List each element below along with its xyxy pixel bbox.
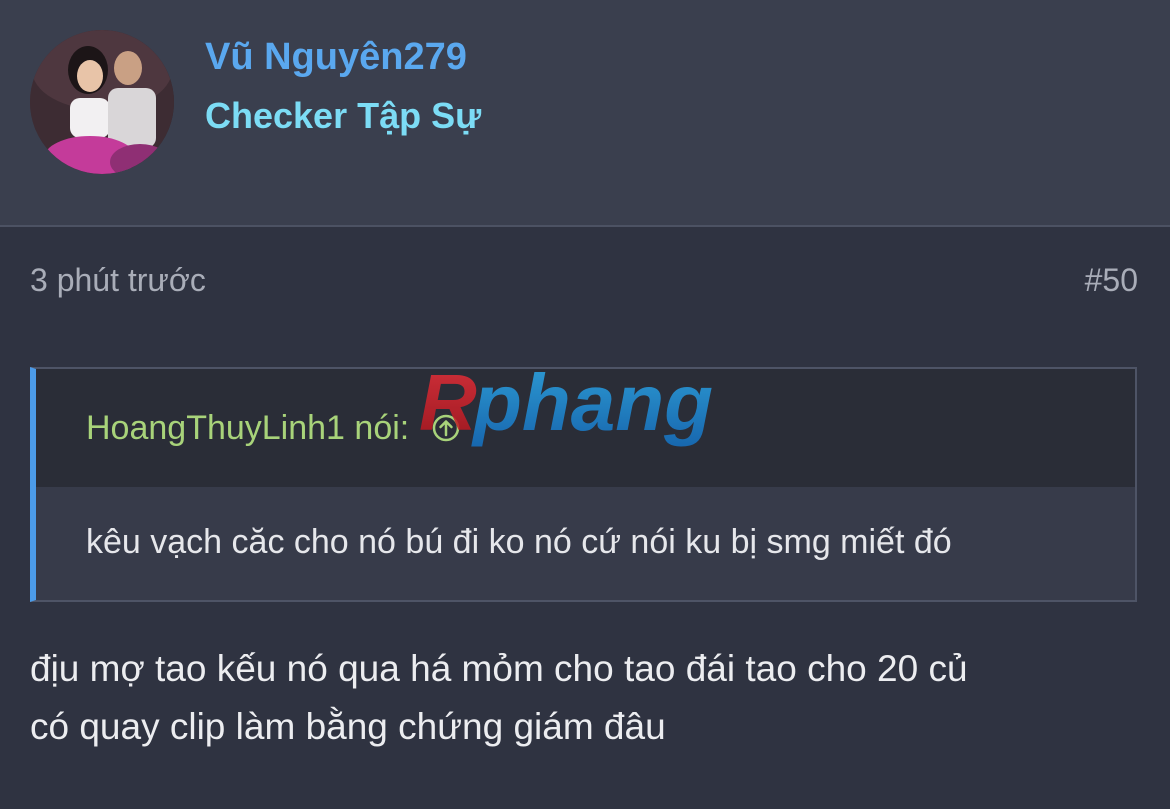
quote-attribution: HoangThuyLinh1 nói: bbox=[86, 409, 461, 448]
avatar[interactable] bbox=[30, 30, 174, 174]
post-header: Vũ Nguyên279 Checker Tập Sự bbox=[0, 0, 1170, 227]
username[interactable]: Vũ Nguyên279 bbox=[205, 36, 467, 79]
post-time[interactable]: 3 phút trước bbox=[30, 262, 206, 299]
quote-header: HoangThuyLinh1 nói: bbox=[36, 369, 1135, 487]
post-number[interactable]: #50 bbox=[1085, 262, 1138, 299]
quote-author[interactable]: HoangThuyLinh1 bbox=[86, 409, 345, 447]
quote-block: HoangThuyLinh1 nói: kêu vạch căc cho nó … bbox=[30, 367, 1137, 602]
quote-body: kêu vạch căc cho nó bú đi ko nó cứ nói k… bbox=[36, 487, 1135, 600]
post-body: địu mợ tao kếu nó qua há mỏm cho tao đái… bbox=[30, 640, 1130, 756]
avatar-image bbox=[30, 30, 174, 174]
post-body-line-1: địu mợ tao kếu nó qua há mỏm cho tao đái… bbox=[30, 648, 968, 689]
arrow-up-circle-icon[interactable] bbox=[431, 413, 461, 443]
quote-text: kêu vạch căc cho nó bú đi ko nó cứ nói k… bbox=[86, 523, 952, 561]
user-title: Checker Tập Sự bbox=[205, 95, 482, 136]
quote-says-label: nói: bbox=[354, 409, 410, 447]
post-body-line-2: có quay clip làm bằng chứng giám đâu bbox=[30, 706, 666, 747]
